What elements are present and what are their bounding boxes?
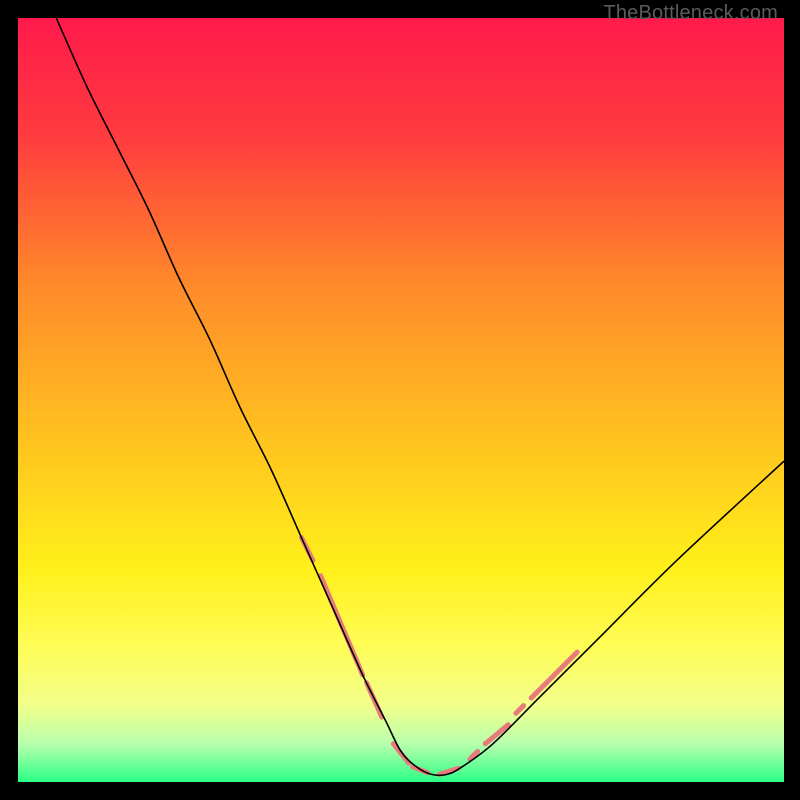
gradient-background [18, 18, 784, 782]
watermark-text: TheBottleneck.com [603, 2, 778, 25]
chart-frame [18, 18, 784, 782]
bottleneck-chart [18, 18, 784, 782]
